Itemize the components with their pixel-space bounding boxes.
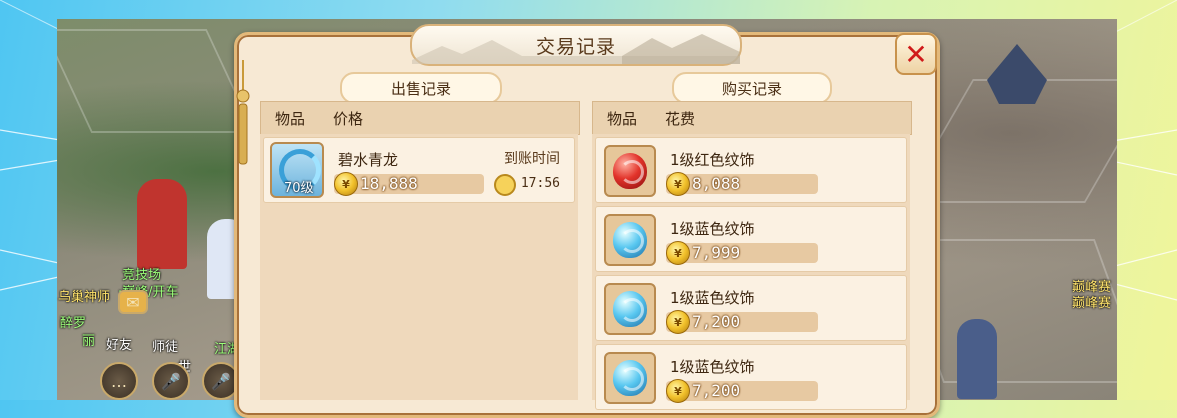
arrival-time-value: 17:56	[520, 176, 560, 191]
npc-figure[interactable]	[137, 179, 187, 269]
item-name: 1级红色纹饰	[670, 151, 755, 169]
buy-col-cost: 花费	[665, 110, 696, 128]
pet-level: 70级	[284, 181, 314, 196]
arrival-time-label: 到账时间	[504, 151, 560, 167]
coin-icon: ¥	[666, 379, 690, 403]
tab-sell-record-label: 出售记录	[390, 79, 451, 98]
sell-col-price: 价格	[333, 110, 364, 128]
close-icon: ✕	[904, 37, 928, 71]
price-box: ¥ 18,888	[334, 172, 484, 196]
price-value: 7,200	[692, 312, 741, 331]
price-value: 7,200	[692, 381, 741, 400]
npc-figure[interactable]	[957, 319, 997, 399]
item-name: 1级蓝色纹饰	[670, 289, 755, 307]
blue-gem-icon	[604, 283, 656, 335]
price-box: ¥ 7,999	[666, 241, 818, 265]
list-item[interactable]: 70级 碧水青龙 ¥ 18,888 到账时间 17:56	[263, 137, 575, 203]
list-item[interactable]: 1级蓝色纹饰 ¥ 7,200	[595, 275, 907, 341]
coin-icon: ¥	[666, 310, 690, 334]
npc-name-label: 丽	[82, 334, 96, 349]
tab-buy-record[interactable]: 购买记录	[672, 72, 832, 104]
sell-col-item: 物品	[275, 110, 306, 128]
npc-name-label: 巅峰赛	[1072, 296, 1112, 311]
dragon-pet-icon: 70级	[270, 142, 324, 198]
price-value: 18,888	[360, 174, 418, 193]
tassel-ornament	[236, 60, 250, 165]
item-name: 1级蓝色纹饰	[670, 358, 755, 376]
buy-col-item: 物品	[607, 110, 638, 128]
floor-tile	[57, 29, 256, 133]
blue-gem-icon	[604, 352, 656, 404]
tab-buy-record-label: 购买记录	[721, 79, 782, 98]
price-value: 8,088	[692, 174, 741, 193]
npc-name-label: 乌巢神师	[58, 290, 111, 305]
list-item[interactable]: 1级蓝色纹饰 ¥ 7,999	[595, 206, 907, 272]
friends-label[interactable]: 好友	[106, 334, 132, 353]
price-box: ¥ 8,088	[666, 172, 818, 196]
red-gem-icon	[604, 145, 656, 197]
chat-icon[interactable]: …	[100, 362, 138, 400]
pagoda-icon	[987, 44, 1047, 104]
price-box: ¥ 7,200	[666, 379, 818, 403]
mail-icon[interactable]: ✉	[118, 290, 148, 314]
price-box: ¥ 7,200	[666, 310, 818, 334]
coin-icon: ¥	[666, 172, 690, 196]
panel-title: 交易记录	[410, 24, 742, 66]
coin-icon: ¥	[334, 172, 358, 196]
clock-icon	[494, 174, 516, 196]
item-name: 1级蓝色纹饰	[670, 220, 755, 238]
buy-list: 1级红色纹饰 ¥ 8,088 1级蓝色纹饰 ¥ 7,999 1级蓝色纹饰 ¥ 7…	[592, 134, 910, 410]
microphone-icon[interactable]: 🎤	[152, 362, 190, 400]
buy-table-header: 物品 花费	[592, 101, 912, 135]
coin-icon: ¥	[666, 241, 690, 265]
price-value: 7,999	[692, 243, 741, 262]
panel-title-text: 交易记录	[535, 35, 616, 58]
item-name: 碧水青龙	[338, 151, 399, 169]
list-item[interactable]: 1级红色纹饰 ¥ 8,088	[595, 137, 907, 203]
list-item[interactable]: 1级蓝色纹饰 ¥ 7,200	[595, 344, 907, 410]
close-button[interactable]: ✕	[895, 33, 937, 75]
mentor-label[interactable]: 师徒	[152, 336, 178, 355]
sell-list: 70级 碧水青龙 ¥ 18,888 到账时间 17:56	[260, 134, 578, 400]
tab-sell-record[interactable]: 出售记录	[340, 72, 502, 104]
blue-gem-icon	[604, 214, 656, 266]
npc-name-label: 醉罗	[60, 316, 87, 331]
sell-table-header: 物品 价格	[260, 101, 580, 135]
